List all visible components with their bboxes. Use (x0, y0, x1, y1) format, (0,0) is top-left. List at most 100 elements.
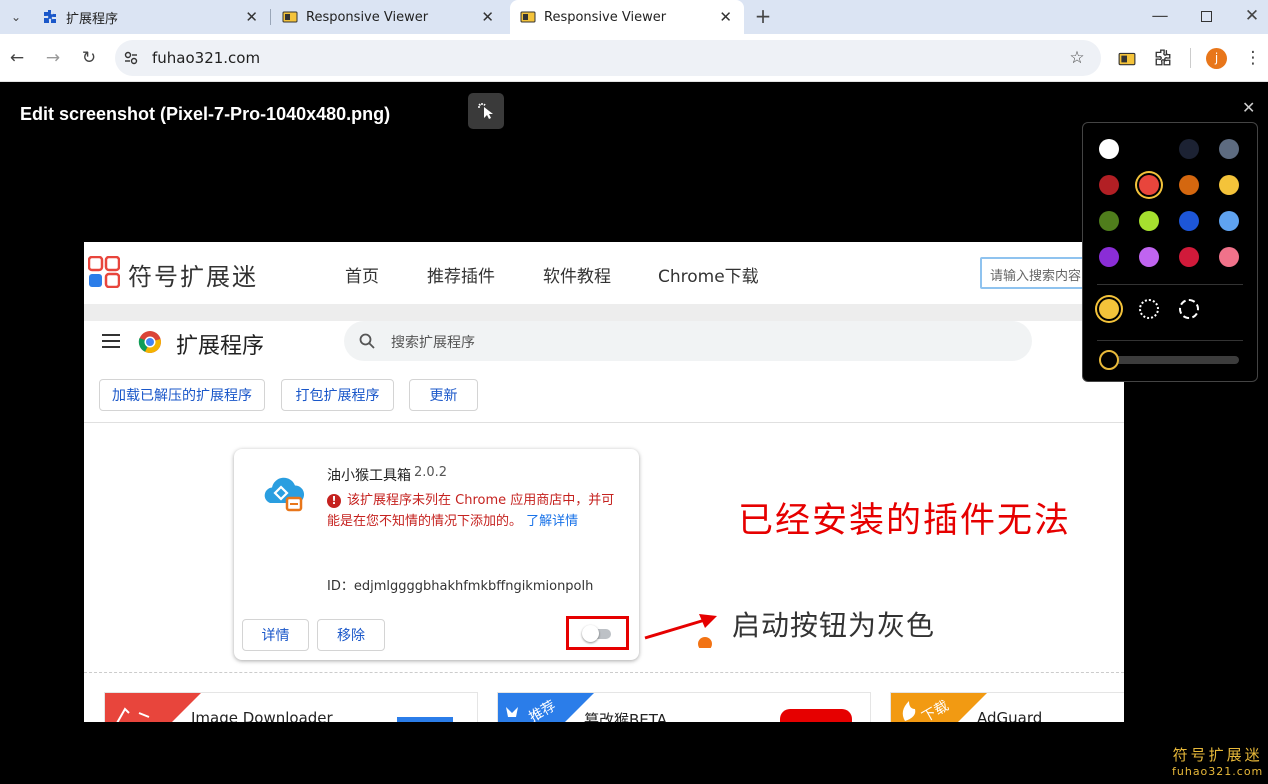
color-palette-panel (1082, 122, 1258, 382)
color-swatch-light-blue[interactable] (1219, 211, 1239, 231)
tab-strip: ⌄ 扩展程序 ✕ Responsive Viewer ✕ Responsive … (0, 0, 1268, 34)
extensions-toolbar: 扩展程序 搜索扩展程序 加载已解压的扩展程序 打包扩展程序 更新 (84, 321, 1124, 423)
color-swatch-white[interactable] (1099, 139, 1119, 159)
site-info-icon[interactable] (123, 50, 139, 66)
brush-style-dashed[interactable] (1179, 299, 1199, 319)
remove-button[interactable]: 移除 (317, 619, 385, 651)
color-swatch-lime[interactable] (1139, 211, 1159, 231)
address-bar[interactable]: fuhao321.com ☆ (115, 40, 1101, 76)
search-icon (359, 333, 375, 349)
puzzle-icon (44, 10, 56, 23)
color-swatch-yellow[interactable] (1219, 175, 1239, 195)
editor-title: Edit screenshot (Pixel-7-Pro-1040x480.pn… (20, 104, 391, 124)
tab-responsive-viewer-1[interactable]: Responsive Viewer ✕ (272, 0, 506, 34)
close-window-icon[interactable]: ✕ (1240, 4, 1264, 28)
hamburger-menu-icon[interactable] (102, 334, 120, 348)
size-slider-track[interactable] (1107, 356, 1239, 364)
toggle-knob (582, 625, 599, 642)
extension-id: ID：edjmlggggbhakhfmkbffngikmionpolh (327, 575, 593, 594)
nav-tutorials[interactable]: 软件教程 (543, 262, 611, 287)
extension-version: 2.0.2 (414, 465, 448, 480)
search-placeholder: 搜索扩展程序 (391, 335, 475, 351)
tab-close-icon[interactable]: ✕ (719, 9, 732, 25)
id-value: edjmlggggbhakhfmkbffngikmionpolh (353, 579, 594, 594)
site-header: 符号扩展迷 首页 推荐插件 软件教程 Chrome下载 请输入搜索内容 (84, 242, 1124, 304)
color-swatch-navy[interactable] (1179, 139, 1199, 159)
unlisted-warning: ! 该扩展程序未列在 Chrome 应用商店中，并可能是在您不知情的情况下添加的。… (327, 490, 622, 532)
forward-icon[interactable]: → (41, 46, 65, 70)
recommended-card[interactable]: 下载 AdGuard (890, 692, 1124, 722)
annotation-hint: 启动按钮为灰色 (732, 609, 936, 642)
error-icon: ! (327, 494, 341, 508)
palette-divider (1097, 340, 1243, 341)
nav-recommended[interactable]: 推荐插件 (427, 262, 495, 287)
color-swatch-crimson[interactable] (1179, 247, 1199, 267)
new-tab-icon[interactable]: + (751, 4, 775, 28)
cursor-click-icon (478, 103, 493, 119)
color-swatch-orange[interactable] (1179, 175, 1199, 195)
extension-name: 油小猴工具箱 (327, 468, 411, 484)
responsive-viewer-extension-icon[interactable] (1118, 50, 1136, 68)
chrome-logo-icon (138, 331, 161, 353)
color-swatch-pink[interactable] (1219, 247, 1239, 267)
tab-search-chevron-icon[interactable]: ⌄ (4, 5, 28, 29)
extension-card: 油小猴工具箱 2.0.2 ! 该扩展程序未列在 Chrome 应用商店中，并可能是… (234, 449, 639, 660)
learn-more-link[interactable]: 了解详情 (526, 514, 578, 529)
watermark-url: fuhao321.com (1172, 765, 1264, 778)
recommended-card[interactable]: 推荐 篡改猴BETA (497, 692, 871, 722)
bookmark-star-icon[interactable]: ☆ (1065, 46, 1089, 70)
color-swatch-blue[interactable] (1179, 211, 1199, 231)
recommended-name: Image Downloader (191, 709, 333, 722)
pack-extension-button[interactable]: 打包扩展程序 (281, 379, 394, 411)
watermark: 符号扩展迷 fuhao321.com (1172, 744, 1263, 778)
load-unpacked-button[interactable]: 加载已解压的扩展程序 (99, 379, 265, 411)
tab-close-icon[interactable]: ✕ (481, 9, 494, 25)
color-swatch-purple[interactable] (1099, 247, 1119, 267)
tab-title: Responsive Viewer (544, 9, 667, 25)
color-swatch-red[interactable] (1139, 175, 1159, 195)
extensions-puzzle-icon[interactable] (1154, 49, 1172, 67)
color-swatch-violet[interactable] (1139, 247, 1159, 267)
menu-kebab-icon[interactable]: ⋮ (1241, 46, 1265, 70)
toolbar-divider (1190, 48, 1191, 68)
recommended-name: AdGuard (977, 709, 1043, 722)
recommended-card[interactable]: Image Downloader (104, 692, 478, 722)
extensions-search-input[interactable]: 搜索扩展程序 (344, 321, 1032, 361)
maximize-icon[interactable] (1194, 4, 1218, 28)
brush-style-solid[interactable] (1099, 299, 1119, 319)
color-swatch-green[interactable] (1099, 211, 1119, 231)
toggle-highlight-box (566, 616, 629, 650)
details-button[interactable]: 详情 (242, 619, 309, 651)
profile-avatar[interactable]: j (1206, 48, 1227, 69)
nav-chrome-download[interactable]: Chrome下载 (658, 262, 759, 287)
recommended-name: 篡改猴BETA (584, 711, 668, 722)
palette-divider (1097, 284, 1243, 285)
site-name: 符号扩展迷 (128, 263, 258, 291)
url-text: fuhao321.com (152, 49, 261, 67)
tab-responsive-viewer-2[interactable]: Responsive Viewer ✕ (510, 0, 744, 34)
card-thumbnail (397, 717, 453, 722)
annotation-arrow-icon (644, 614, 717, 648)
annotation-heading: 已经安装的插件无法 (738, 501, 1072, 541)
responsive-viewer-icon (282, 11, 298, 23)
size-slider-knob[interactable] (1099, 350, 1119, 370)
screenshot-canvas[interactable]: 符号扩展迷 首页 推荐插件 软件教程 Chrome下载 请输入搜索内容 扩展程序… (84, 242, 1124, 722)
color-swatch-slate[interactable] (1219, 139, 1239, 159)
back-icon[interactable]: ← (5, 46, 29, 70)
tab-close-icon[interactable]: ✕ (245, 9, 258, 25)
brush-style-dotted[interactable] (1139, 299, 1159, 319)
section-divider (84, 304, 1124, 321)
nav-home[interactable]: 首页 (345, 262, 379, 287)
id-label: ID： (327, 579, 354, 594)
tab-extensions[interactable]: 扩展程序 ✕ (32, 0, 270, 34)
pointer-tool-button[interactable] (468, 93, 504, 129)
close-editor-icon[interactable]: ✕ (1242, 98, 1255, 117)
tab-title: Responsive Viewer (306, 9, 429, 25)
minimize-icon[interactable]: — (1148, 4, 1172, 28)
update-button[interactable]: 更新 (409, 379, 478, 411)
color-swatch-dark-red[interactable] (1099, 175, 1119, 195)
tab-title: 扩展程序 (66, 11, 119, 27)
color-swatch-black[interactable] (1139, 139, 1159, 159)
reload-icon[interactable]: ↻ (77, 46, 101, 70)
tab-divider (270, 9, 271, 25)
